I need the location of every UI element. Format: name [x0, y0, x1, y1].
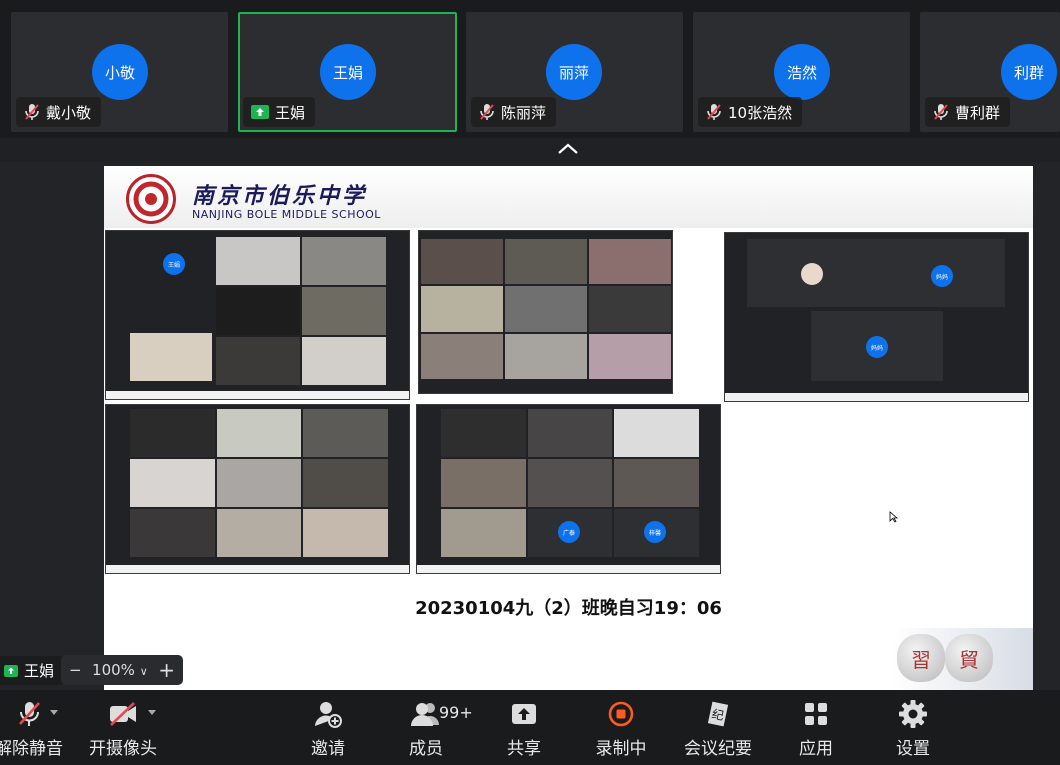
meeting-summary-label: 会议纪要 [684, 739, 752, 759]
avatar: 丽萍 [546, 44, 602, 100]
zoom-in-button[interactable]: + [158, 658, 175, 682]
avatar: 小敬 [92, 44, 148, 100]
slide-decoration: 習 貿 [893, 628, 1033, 690]
record-icon [608, 701, 634, 727]
participant-namebar: 10张浩然 [698, 97, 803, 127]
mic-muted-icon [480, 104, 494, 120]
apps-button[interactable]: 应用 [790, 690, 842, 765]
screen-share-icon [251, 105, 269, 119]
zoom-control: − 100% ∨ + [61, 655, 183, 685]
zoom-out-button[interactable]: − [69, 661, 82, 679]
share-screen-icon [512, 704, 536, 724]
school-name-cn: 南京市伯乐中学 [192, 183, 368, 209]
class-screenshot: 王娟 [105, 230, 410, 400]
meeting-summary-button[interactable]: 纪 会议纪要 [682, 690, 754, 765]
mic-muted-icon [19, 702, 40, 726]
participant-namebar: 戴小敬 [16, 97, 102, 127]
slide-header: 南京市伯乐中学 NANJING BOLE MIDDLE SCHOOL [104, 166, 1033, 228]
participant-tile[interactable]: 小敬 戴小敬 [11, 12, 228, 132]
seal-char: 貿 [959, 648, 979, 672]
settings-label: 设置 [896, 739, 930, 759]
mouse-cursor-icon [889, 511, 899, 523]
mic-muted-icon [707, 104, 721, 120]
participant-tile[interactable]: 利群 曹利群 [920, 12, 1060, 132]
seal-stone: 貿 [945, 634, 993, 682]
mic-muted-icon [25, 104, 39, 120]
settings-button[interactable]: 设置 [887, 690, 939, 765]
share-label: 共享 [507, 739, 541, 759]
class-screenshot [418, 230, 673, 394]
seal-char: 習 [911, 648, 931, 672]
unmute-button[interactable]: 解除静音 [0, 690, 64, 765]
collapse-strip-chevron-up-icon[interactable] [555, 138, 581, 162]
add-person-icon [315, 702, 342, 728]
seal-stone: 習 [897, 634, 945, 682]
participants-button[interactable]: 成员 [400, 690, 452, 765]
avatar: 利群 [1001, 44, 1057, 100]
apps-grid-icon [805, 703, 827, 725]
class-screenshot: 广泰 梓馨 [416, 404, 721, 574]
video-options-caret-icon[interactable] [148, 710, 156, 715]
mic-muted-icon [934, 104, 948, 120]
video-off-icon [110, 702, 136, 726]
participant-name: 王娟 [275, 103, 306, 122]
participant-tile[interactable]: 丽萍 陈丽萍 [466, 12, 683, 132]
shared-screen-area: 南京市伯乐中学 NANJING BOLE MIDDLE SCHOOL 王娟 妈妈… [0, 162, 1060, 690]
participants-count: 99+ [439, 703, 473, 722]
participant-namebar: 王娟 [243, 97, 316, 127]
participant-tile[interactable]: 浩然 10张浩然 [693, 12, 910, 132]
participants-icon [411, 703, 439, 726]
share-screen-button[interactable]: 共享 [498, 690, 550, 765]
class-screenshot: 妈妈 妈妈 [724, 232, 1029, 402]
recording-button[interactable]: 录制中 [590, 690, 652, 765]
class-screenshot [105, 404, 410, 574]
self-view-namebar: 王娟 [0, 656, 65, 685]
participants-label: 成员 [409, 739, 443, 759]
participant-tile-active[interactable]: 王娟 王娟 [238, 12, 457, 132]
shared-slide: 南京市伯乐中学 NANJING BOLE MIDDLE SCHOOL 王娟 妈妈… [104, 166, 1033, 690]
school-logo [126, 174, 176, 224]
participant-name: 戴小敬 [46, 103, 92, 122]
participant-namebar: 陈丽萍 [471, 97, 557, 127]
apps-label: 应用 [799, 739, 833, 759]
mini-avatar: 梓馨 [644, 521, 666, 543]
recording-label: 录制中 [595, 739, 647, 759]
participant-name: 曹利群 [955, 103, 1001, 122]
mini-avatar: 妈妈 [931, 265, 953, 287]
slide-caption: 20230104九（2）班晚自习19：06 [415, 598, 722, 619]
meeting-summary-icon: 纪 [707, 701, 729, 727]
mini-avatar: 妈妈 [866, 336, 888, 358]
unmute-label: 解除静音 [0, 739, 63, 759]
screen-share-icon [4, 664, 18, 677]
school-name-en: NANJING BOLE MIDDLE SCHOOL [192, 208, 381, 221]
meeting-toolbar: 解除静音 开摄像头 邀请 成员 99+ 共享 录制中 纪 会议纪要 应用 设置 [0, 690, 1060, 765]
start-video-label: 开摄像头 [89, 739, 157, 759]
self-name: 王娟 [24, 662, 55, 680]
audio-options-caret-icon[interactable] [50, 710, 58, 715]
gear-icon [899, 700, 927, 728]
participant-name: 10张浩然 [728, 103, 793, 122]
mini-avatar: 广泰 [558, 521, 580, 543]
participant-namebar: 曹利群 [925, 97, 1011, 127]
invite-label: 邀请 [311, 739, 345, 759]
avatar: 浩然 [774, 44, 830, 100]
start-video-button[interactable]: 开摄像头 [86, 690, 160, 765]
avatar: 王娟 [320, 44, 376, 100]
participant-strip: 小敬 戴小敬 王娟 王娟 丽萍 陈丽萍 浩然 10张浩然 利群 曹利群 [0, 0, 1060, 138]
chevron-down-icon: ∨ [139, 665, 148, 678]
participant-name: 陈丽萍 [501, 103, 547, 122]
invite-button[interactable]: 邀请 [302, 690, 354, 765]
mini-avatar: 王娟 [163, 253, 185, 275]
zoom-level-dropdown[interactable]: 100% ∨ [92, 661, 148, 679]
zoom-level: 100% [92, 661, 135, 679]
